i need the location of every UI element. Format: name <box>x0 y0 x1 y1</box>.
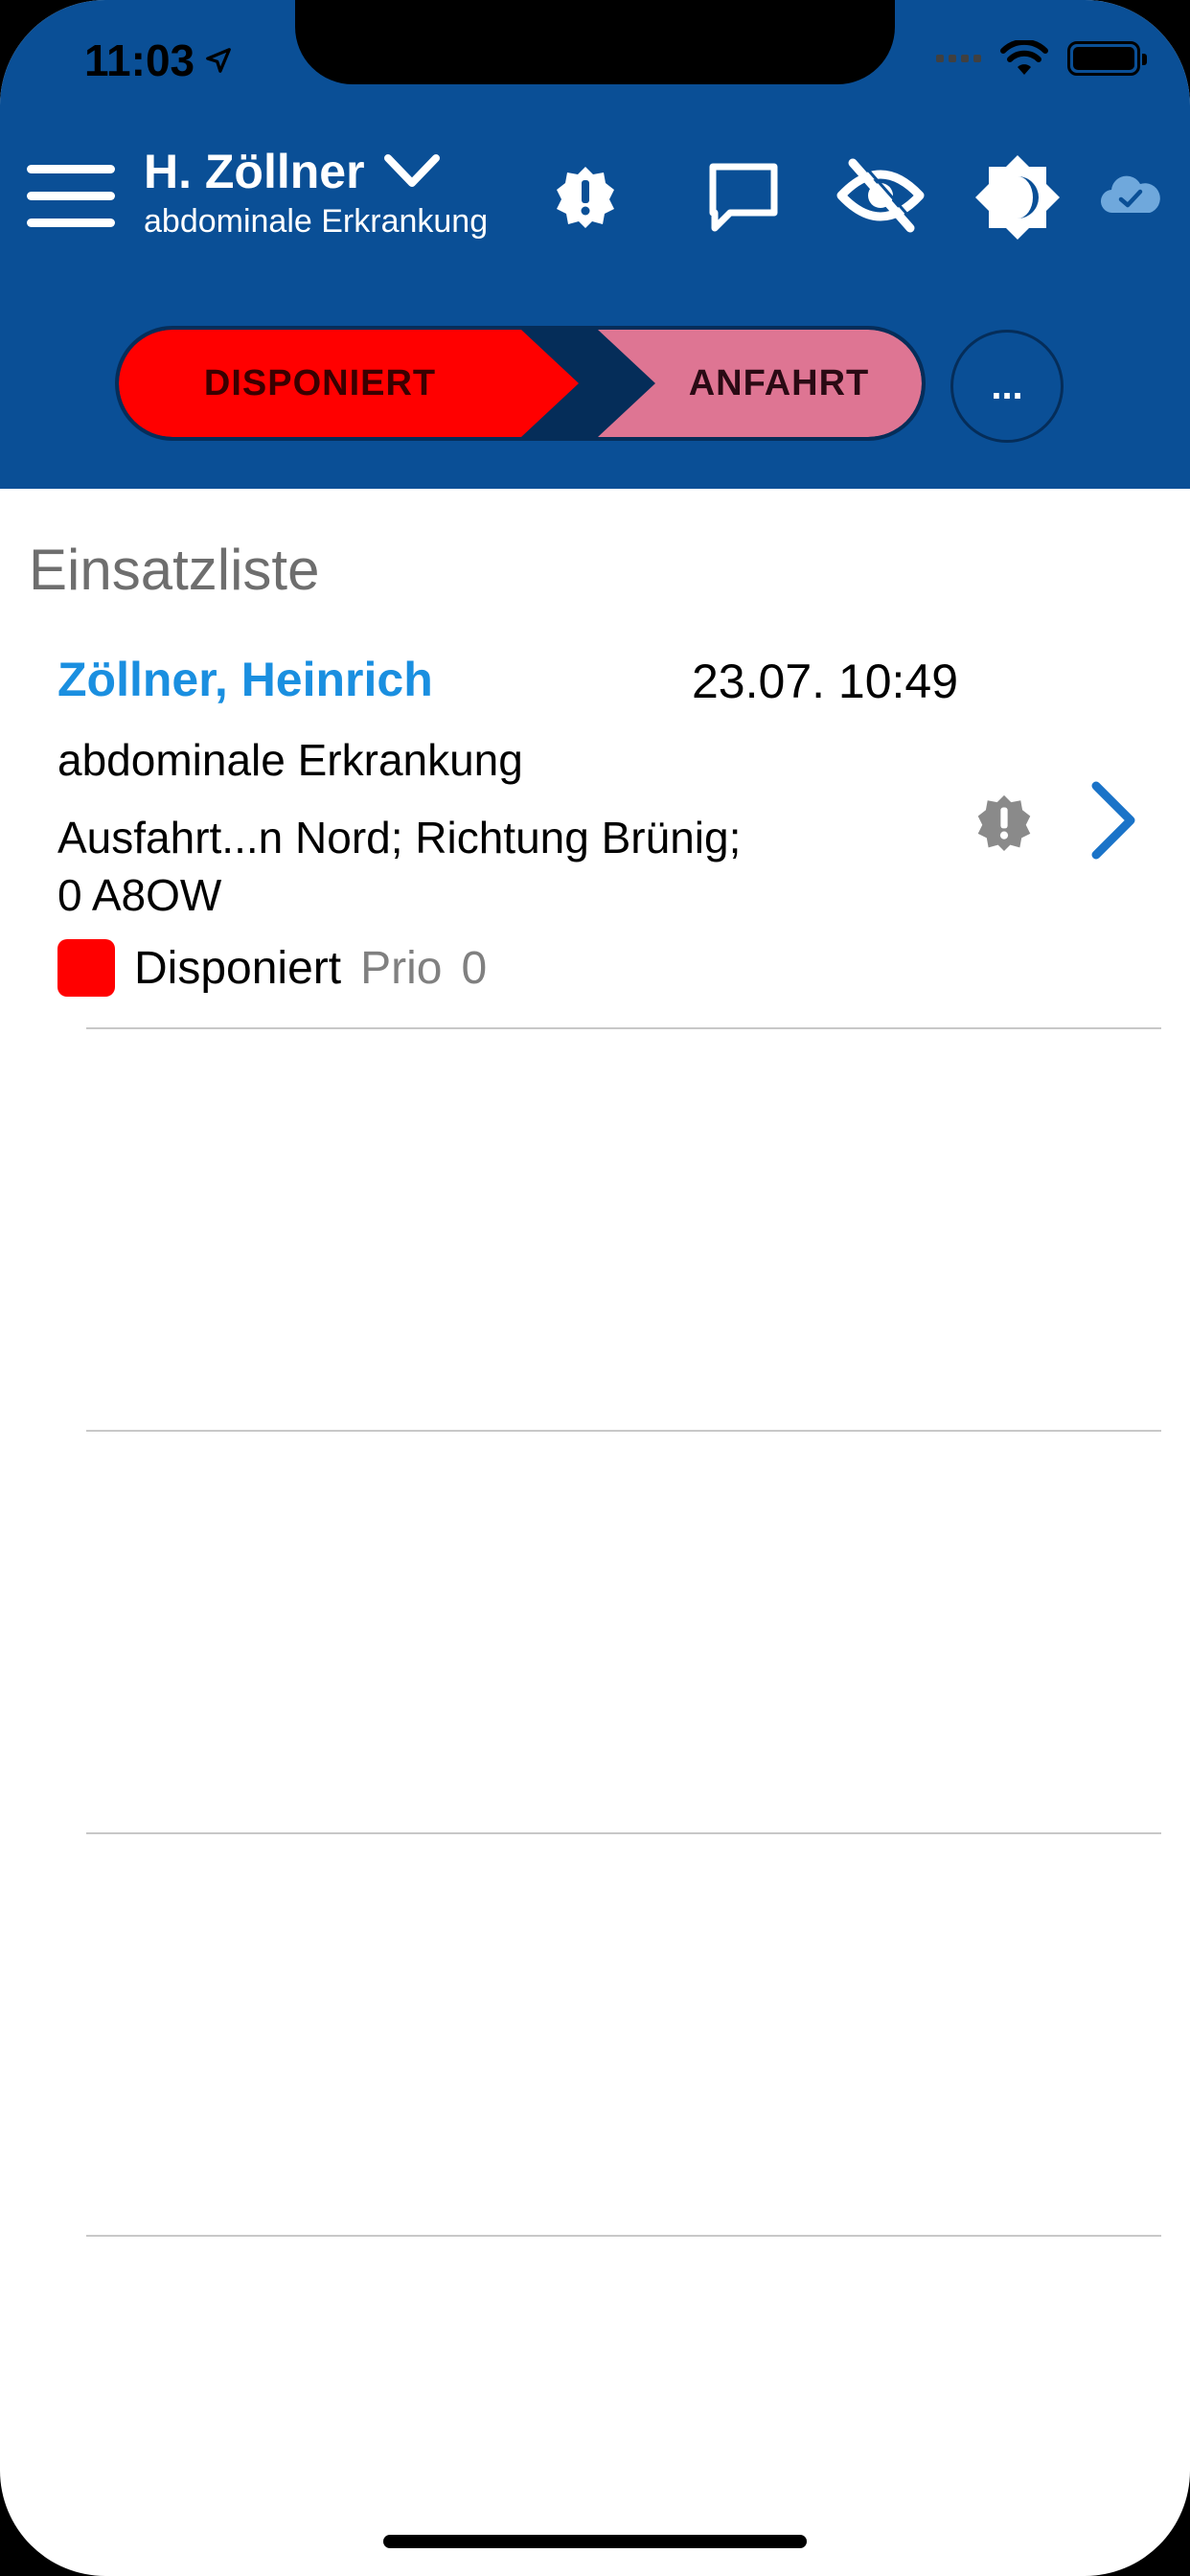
more-status-label: ... <box>991 364 1023 407</box>
mission-diagnosis: abdominale Erkrankung <box>57 735 523 785</box>
status-bar-indicators <box>931 40 1147 77</box>
list-divider <box>86 2235 1161 2237</box>
more-status-button[interactable]: ... <box>950 330 1064 443</box>
mission-status-row: Disponiert Prio 0 <box>57 939 487 997</box>
eye-off-icon[interactable] <box>835 157 926 234</box>
user-selector[interactable]: H. Zöllner abdominale Erkrankung <box>144 144 488 241</box>
list-divider <box>86 1027 1161 1029</box>
app-header: 11:03 H. Zöllner abdominale Erkrankung D… <box>0 0 1190 489</box>
brightness-icon[interactable] <box>973 153 1062 242</box>
alert-badge-icon <box>977 794 1031 851</box>
mission-datetime: 23.07. 10:49 <box>692 655 959 708</box>
chevron-down-icon <box>383 154 440 187</box>
chat-icon[interactable] <box>705 159 782 236</box>
status-time-text: 11:03 <box>84 35 195 85</box>
status-current-button[interactable]: DISPONIERT <box>119 330 579 437</box>
battery-icon <box>1067 41 1147 76</box>
user-name-text: H. Zöllner <box>144 145 365 198</box>
status-next-button[interactable]: ANFAHRT <box>598 330 922 437</box>
menu-icon[interactable] <box>27 163 115 230</box>
status-flow-bar: DISPONIERT ANFAHRT <box>115 326 926 441</box>
patient-name: Zöllner, Heinrich <box>57 653 433 706</box>
chevron-right-icon[interactable] <box>1088 780 1138 861</box>
status-color-indicator <box>57 939 115 997</box>
status-next-label: ANFAHRT <box>688 362 870 403</box>
address-line-1: Ausfahrt...n Nord; Richtung Brünig; <box>57 813 742 862</box>
status-bar-time: 11:03 <box>84 34 233 86</box>
mission-address: Ausfahrt...n Nord; Richtung Brünig; 0 A8… <box>57 809 901 924</box>
cloud-check-icon[interactable] <box>1100 172 1161 217</box>
wifi-icon <box>1000 40 1048 75</box>
cellular-signal-icon <box>931 55 981 62</box>
address-line-2: 0 A8OW <box>57 870 222 920</box>
app-screen: 11:03 H. Zöllner abdominale Erkrankung D… <box>0 0 1190 2576</box>
user-name: H. Zöllner <box>144 144 488 199</box>
status-current-label: DISPONIERT <box>203 362 437 403</box>
alert-badge-icon[interactable] <box>554 165 617 228</box>
list-divider <box>86 1832 1161 1834</box>
device-notch <box>295 0 895 84</box>
status-text: Disponiert <box>134 942 342 994</box>
prio-value: 0 <box>461 942 488 994</box>
prio-label: Prio <box>360 942 443 994</box>
location-arrow-icon <box>206 48 231 73</box>
list-title: Einsatzliste <box>29 538 320 602</box>
user-subtitle: abdominale Erkrankung <box>144 203 489 240</box>
home-indicator[interactable] <box>383 2535 807 2548</box>
list-divider <box>86 1430 1161 1432</box>
